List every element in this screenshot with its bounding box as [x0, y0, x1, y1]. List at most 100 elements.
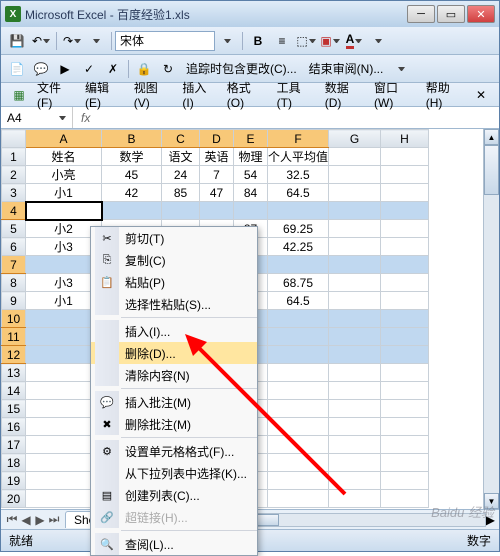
fx-icon[interactable]: fx — [73, 111, 98, 125]
active-cell[interactable] — [26, 202, 102, 220]
cell[interactable] — [102, 202, 162, 220]
menu-format[interactable]: 格式(O) — [221, 77, 271, 112]
ctx-insert-comment[interactable]: 💬插入批注(M) — [91, 391, 257, 413]
menu-window[interactable]: 窗口(W) — [368, 77, 420, 112]
ctx-delete[interactable]: 删除(D)... — [91, 342, 257, 364]
font-select[interactable]: 宋体 — [115, 31, 215, 51]
col-header-a[interactable]: A — [26, 130, 102, 148]
scroll-thumb[interactable] — [484, 145, 499, 195]
tab-first-icon[interactable]: ⏮ — [5, 513, 19, 527]
row-header[interactable]: 18 — [2, 454, 26, 472]
maximize-button[interactable]: ▭ — [437, 5, 465, 23]
row-header[interactable]: 11 — [2, 328, 26, 346]
select-all-corner[interactable] — [2, 130, 26, 148]
tab-last-icon[interactable]: ⏭ — [47, 513, 61, 527]
cell[interactable]: 54 — [234, 166, 268, 184]
new-icon[interactable]: 📄 — [6, 58, 28, 80]
cell[interactable]: 语文 — [162, 148, 200, 166]
cell[interactable]: 85 — [162, 184, 200, 202]
ctx-paste[interactable]: 📋粘贴(P) — [91, 271, 257, 293]
menu-edit[interactable]: 编辑(E) — [79, 77, 128, 112]
col-header-d[interactable]: D — [200, 130, 234, 148]
ctx-copy[interactable]: ⎘复制(C) — [91, 249, 257, 271]
row-header[interactable]: 12 — [2, 346, 26, 364]
ctx-clear[interactable]: 清除内容(N) — [91, 364, 257, 386]
row-header[interactable]: 20 — [2, 490, 26, 508]
tab-prev-icon[interactable]: ◀ — [19, 513, 33, 527]
cell[interactable]: 物理 — [234, 148, 268, 166]
fill-color-icon[interactable]: ▣ — [319, 30, 341, 52]
ctx-cut[interactable]: ✂剪切(T) — [91, 227, 257, 249]
cell[interactable]: 42.25 — [268, 238, 329, 256]
minimize-button[interactable]: ─ — [407, 5, 435, 23]
col-header-f[interactable]: F — [268, 130, 329, 148]
cell[interactable]: 个人平均值 — [268, 148, 329, 166]
row-header[interactable]: 4 — [2, 202, 26, 220]
menu-insert[interactable]: 插入(I) — [176, 77, 220, 112]
doc-close-button[interactable]: ✕ — [470, 84, 492, 106]
workbook-icon[interactable]: ▦ — [8, 84, 30, 106]
col-header-c[interactable]: C — [162, 130, 200, 148]
save-icon[interactable]: 💾 — [6, 30, 28, 52]
ctx-delete-comment[interactable]: ✖删除批注(M) — [91, 413, 257, 435]
row-header[interactable]: 3 — [2, 184, 26, 202]
row-header[interactable]: 16 — [2, 418, 26, 436]
col-header-g[interactable]: G — [329, 130, 381, 148]
cell[interactable]: 69.25 — [268, 220, 329, 238]
ctx-create-list[interactable]: ▤创建列表(C)... — [91, 484, 257, 506]
menu-help[interactable]: 帮助(H) — [420, 77, 469, 112]
name-box[interactable]: A4 — [1, 107, 73, 128]
row-header[interactable]: 8 — [2, 274, 26, 292]
ctx-lookup[interactable]: 🔍查阅(L)... — [91, 533, 257, 555]
cell[interactable]: 64.5 — [268, 292, 329, 310]
row-header[interactable]: 9 — [2, 292, 26, 310]
row-header[interactable]: 15 — [2, 400, 26, 418]
menu-tools[interactable]: 工具(T) — [271, 77, 319, 112]
cell[interactable]: 7 — [200, 166, 234, 184]
menu-data[interactable]: 数据(D) — [319, 77, 368, 112]
col-header-e[interactable]: E — [234, 130, 268, 148]
row-header[interactable]: 19 — [2, 472, 26, 490]
close-button[interactable]: ✕ — [467, 5, 495, 23]
cell[interactable]: 68.75 — [268, 274, 329, 292]
col-header-h[interactable]: H — [381, 130, 429, 148]
ctx-dropdown-pick[interactable]: 从下拉列表中选择(K)... — [91, 462, 257, 484]
menu-view[interactable]: 视图(V) — [128, 77, 177, 112]
redo-icon[interactable]: ↷ — [61, 30, 83, 52]
end-review-link[interactable]: 结束审阅(N)... — [303, 58, 390, 79]
cell[interactable]: 姓名 — [26, 148, 102, 166]
font-color-icon[interactable]: A — [343, 30, 365, 52]
ctx-format-cells[interactable]: ⚙设置单元格格式(F)... — [91, 440, 257, 462]
row-header[interactable]: 2 — [2, 166, 26, 184]
row-header[interactable]: 7 — [2, 256, 26, 274]
ctx-insert[interactable]: 插入(I)... — [91, 320, 257, 342]
cell[interactable]: 小1 — [26, 184, 102, 202]
cell[interactable]: 英语 — [200, 148, 234, 166]
undo-icon[interactable]: ↶ — [30, 30, 52, 52]
dropdown-icon[interactable] — [85, 30, 107, 52]
cell[interactable]: 小亮 — [26, 166, 102, 184]
cell[interactable]: 32.5 — [268, 166, 329, 184]
row-header[interactable]: 17 — [2, 436, 26, 454]
vertical-scrollbar[interactable]: ▲ ▼ — [483, 129, 499, 509]
cell[interactable]: 42 — [102, 184, 162, 202]
cell[interactable]: 84 — [234, 184, 268, 202]
align-button[interactable]: ≡ — [271, 30, 293, 52]
row-header[interactable]: 10 — [2, 310, 26, 328]
ctx-paste-special[interactable]: 选择性粘贴(S)... — [91, 293, 257, 315]
merge-icon[interactable]: ⬚ — [295, 30, 317, 52]
row-header[interactable]: 6 — [2, 238, 26, 256]
trace-changes-link[interactable]: 追踪时包含更改(C)... — [180, 58, 303, 79]
bold-button[interactable]: B — [247, 30, 269, 52]
cell[interactable]: 64.5 — [268, 184, 329, 202]
toolbar-overflow-icon[interactable] — [367, 30, 389, 52]
row-header[interactable]: 1 — [2, 148, 26, 166]
col-header-b[interactable]: B — [102, 130, 162, 148]
row-header[interactable]: 13 — [2, 364, 26, 382]
row-header[interactable]: 5 — [2, 220, 26, 238]
row-header[interactable]: 14 — [2, 382, 26, 400]
cell[interactable]: 数学 — [102, 148, 162, 166]
cell[interactable]: 45 — [102, 166, 162, 184]
font-dropdown-icon[interactable] — [216, 30, 238, 52]
scroll-up-icon[interactable]: ▲ — [484, 129, 499, 145]
